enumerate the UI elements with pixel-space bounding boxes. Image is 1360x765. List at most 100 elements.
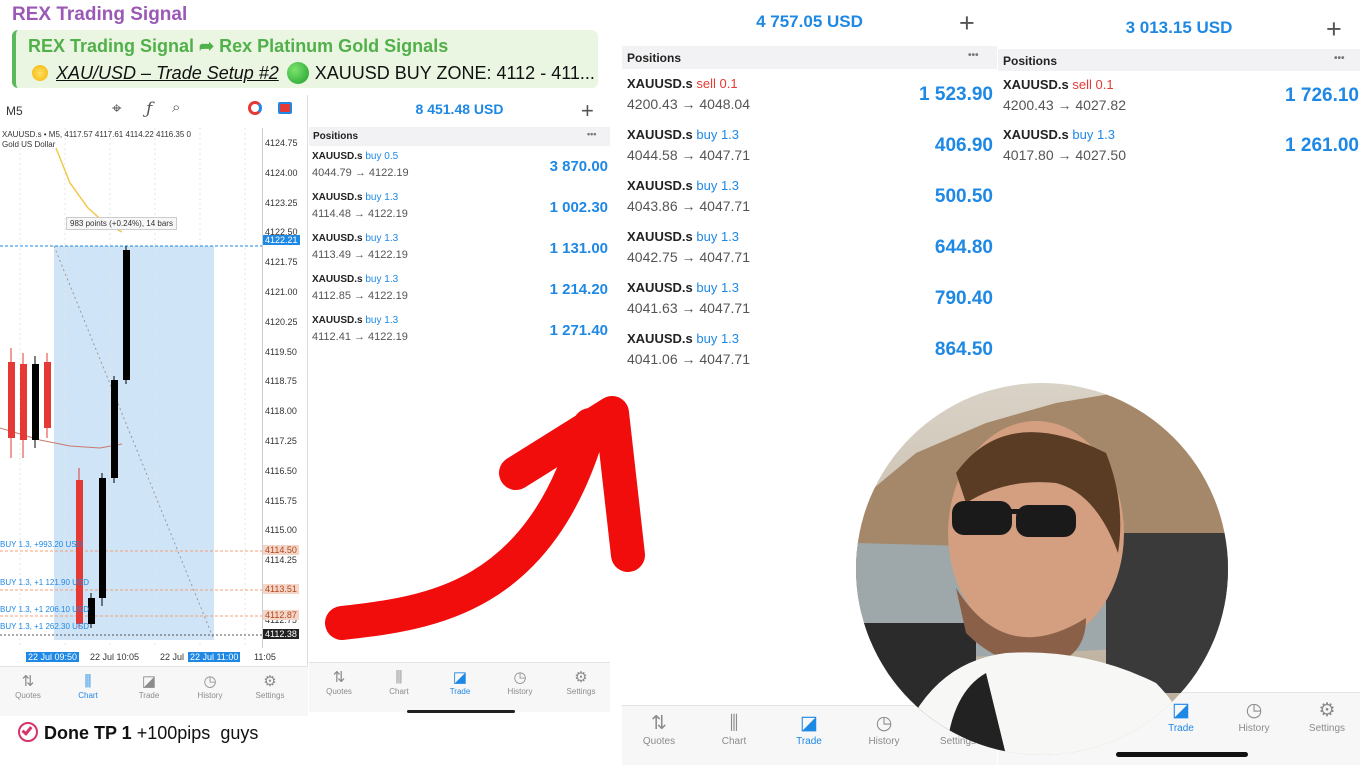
position-side: sell 0.1: [1072, 77, 1114, 92]
position-profit: 644.80: [934, 237, 993, 258]
position-row[interactable]: XAUUSD.s buy 1.3 4113.49 → 4122.19 1 131.0…: [312, 233, 608, 270]
position-symbol: XAUUSD.s: [312, 315, 363, 326]
position-row[interactable]: XAUUSD.s buy 0.5 4044.79 → 4122.19 3 870.0…: [312, 151, 608, 188]
price-tick: 4124.75: [265, 138, 298, 148]
more-icon[interactable]: •••: [968, 50, 979, 61]
position-row[interactable]: XAUUSD.s buy 1.3 4112.85 → 4122.19 1 214.2…: [312, 274, 608, 311]
position-title: XAUUSD.s buy 1.3: [627, 280, 739, 295]
chart-bottom-nav: ⇅ Quotes ⫼ Chart ◪ Trade ◷ History ⚙ Settings: [0, 666, 308, 716]
nav-trade[interactable]: ◪ Trade: [430, 669, 490, 696]
position-prices: 4041.63 → 4047.71: [627, 300, 750, 316]
price-tick: 4114.25: [265, 555, 297, 566]
trade-chart-icon: ◪: [141, 673, 157, 690]
position-prices: 4044.79 → 4122.19: [312, 167, 409, 179]
position-side: buy 1.3: [696, 229, 740, 244]
candle-body: [88, 598, 95, 624]
pips-text: +100pips: [136, 723, 211, 743]
price-marker: 4122.21: [263, 235, 300, 245]
nav-label: History: [1238, 723, 1270, 734]
position-prices: 4200.43 → 4048.04: [627, 96, 750, 112]
position-row[interactable]: XAUUSD.s buy 1.3 4017.80 → 4027.50 1 261.0…: [1003, 127, 1359, 173]
nav-label: History: [197, 691, 223, 700]
objects-icon[interactable]: ⌕: [172, 99, 180, 116]
position-row[interactable]: XAUUSD.s buy 1.3 4043.86 → 4047.71 500.50: [627, 178, 993, 225]
more-icon[interactable]: •••: [587, 129, 596, 139]
position-title: XAUUSD.s buy 0.5: [312, 151, 398, 162]
position-row[interactable]: XAUUSD.s buy 1.3 4114.48 → 4122.19 1 002.3…: [312, 192, 608, 229]
nav-history[interactable]: ◷ History: [490, 669, 550, 696]
quotes-icon: ⇅: [21, 673, 35, 690]
nav-settings[interactable]: ⚙Settings: [1297, 699, 1357, 734]
nav-settings[interactable]: ⚙Settings: [240, 673, 300, 700]
nav-label: Chart: [721, 736, 747, 747]
position-profit: 1 131.00: [549, 240, 608, 257]
time-tick: 22 Jul 11:00: [188, 652, 241, 662]
position-row[interactable]: XAUUSD.s sell 0.1 4200.43 → 4048.04 1 523.…: [627, 76, 993, 123]
history-icon: ◷: [513, 669, 527, 686]
forward-arrow-icon: ➦: [199, 36, 215, 56]
price-tick: 4116.50: [265, 465, 297, 476]
position-symbol: XAUUSD.s: [627, 331, 693, 346]
price-marker: 4113.51: [263, 584, 299, 594]
sun-icon: [32, 65, 48, 81]
nav-history[interactable]: ◷ History: [854, 712, 914, 747]
position-side: buy 1.3: [365, 233, 399, 244]
history-icon: ◷: [875, 713, 893, 734]
position-row[interactable]: XAUUSD.s sell 0.1 4200.43 → 4027.82 1 726.…: [1003, 77, 1359, 123]
position-prices: 4041.06 → 4047.71: [627, 351, 750, 367]
nav-label: Trade: [1168, 723, 1194, 734]
nav-settings[interactable]: ⚙Settings: [551, 669, 611, 696]
position-row[interactable]: XAUUSD.s buy 1.3 4041.63 → 4047.71 790.40: [627, 280, 993, 327]
position-row[interactable]: XAUUSD.s buy 1.3 4112.41 → 4122.19 1 271.4…: [312, 315, 608, 352]
position-title: XAUUSD.s buy 1.3: [312, 274, 398, 285]
price-tick: 4124.00: [265, 167, 298, 178]
nav-chart[interactable]: ⫼ Chart: [58, 673, 118, 700]
nav-label: Settings: [566, 687, 596, 696]
position-prices: 4017.80 → 4027.50: [1003, 147, 1126, 163]
function-icon[interactable]: ƒ: [146, 99, 152, 119]
add-order-icon[interactable]: +: [1326, 14, 1342, 45]
candle-body: [76, 480, 83, 624]
position-side: buy 1.3: [696, 280, 740, 295]
chart-icon: ⫼: [729, 713, 739, 734]
chart-icon: ⫼: [84, 673, 92, 690]
quotes-icon: ⇅: [332, 669, 346, 686]
position-side: buy 1.3: [365, 315, 399, 326]
profile-photo: [856, 383, 1228, 755]
add-order-icon[interactable]: +: [959, 8, 975, 39]
nav-trade[interactable]: ◪ Trade: [119, 673, 179, 700]
nav-trade[interactable]: ◪ Trade: [779, 712, 839, 747]
position-title: XAUUSD.s buy 1.3: [312, 233, 398, 244]
more-icon[interactable]: •••: [1334, 53, 1345, 64]
nav-history[interactable]: ◷ History: [1224, 699, 1284, 734]
position-profit: 500.50: [934, 186, 993, 207]
reply-to: Rex Platinum Gold Signals: [219, 36, 449, 56]
timeframe-button[interactable]: M5: [6, 104, 23, 118]
setup-text: XAU/USD – Trade Setup #2: [56, 63, 279, 83]
position-row[interactable]: XAUUSD.s buy 1.3 4041.06 → 4047.71 864.50: [627, 331, 993, 378]
position-row[interactable]: XAUUSD.s buy 1.3 4044.58 → 4047.71 406.90: [627, 127, 993, 174]
trade-chart-icon: ◪: [452, 669, 468, 686]
position-row[interactable]: XAUUSD.s buy 1.3 4042.75 → 4047.71 644.80: [627, 229, 993, 276]
position-profit: 1 214.20: [549, 281, 608, 298]
add-order-icon[interactable]: +: [581, 98, 594, 124]
price-tick: 4119.50: [265, 346, 297, 357]
nav-chart[interactable]: ⫼ Chart: [369, 669, 429, 696]
chart-area[interactable]: XAUUSD.s • M5, 4117.57 4117.61 4114.22 4…: [0, 128, 262, 648]
indicator-icon[interactable]: [248, 101, 262, 115]
crosshair-icon[interactable]: ⌖: [112, 99, 122, 119]
positions-header-1: Positions •••: [309, 127, 610, 146]
position-title: XAUUSD.s buy 1.3: [627, 331, 739, 346]
nav-quotes[interactable]: ⇅ Quotes: [309, 669, 369, 696]
position-symbol: XAUUSD.s: [312, 192, 363, 203]
nav-chart[interactable]: ⫼ Chart: [704, 712, 764, 747]
position-symbol: XAUUSD.s: [627, 280, 693, 295]
price-tick: 4115.00: [265, 525, 297, 536]
nav-history[interactable]: ◷ History: [180, 673, 240, 700]
candle-body: [99, 478, 106, 598]
nav-quotes[interactable]: ⇅ Quotes: [629, 712, 689, 747]
balance-1: 8 451.48 USD: [415, 101, 504, 117]
trade-icon[interactable]: [278, 102, 292, 114]
nav-label: History: [507, 687, 533, 696]
nav-quotes[interactable]: ⇅ Quotes: [0, 673, 58, 700]
